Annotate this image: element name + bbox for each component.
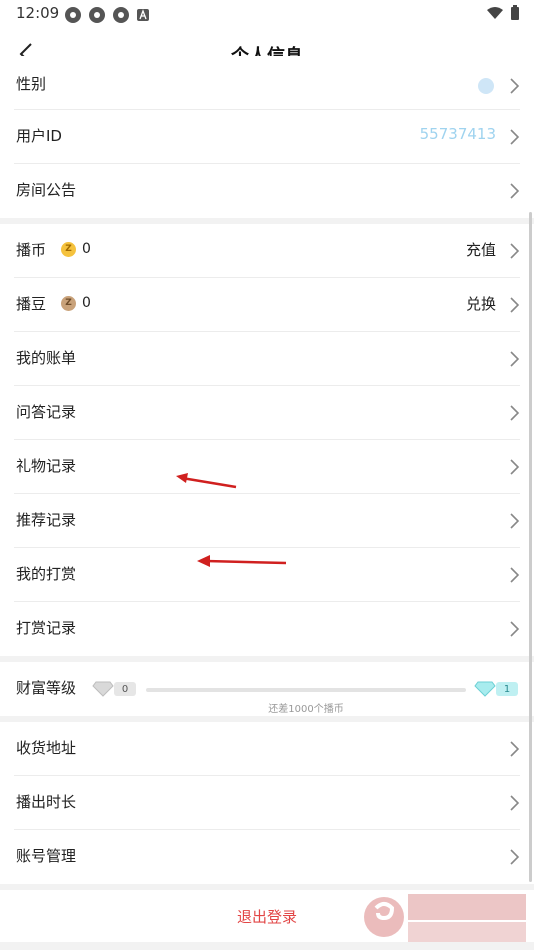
list-item-broadcast-duration[interactable]: 播出时长 xyxy=(0,776,534,830)
list-item-label: 打赏记录 xyxy=(16,619,77,637)
notification-icons xyxy=(64,6,150,24)
chevron-right-icon xyxy=(510,351,520,367)
bodou-label: 播豆 xyxy=(16,295,47,313)
list-item-bodou[interactable]: 播豆 Z 0 兑换 xyxy=(0,278,534,332)
list-item-bobi[interactable]: 播币 Z 0 充值 xyxy=(0,224,534,278)
chevron-right-icon xyxy=(510,183,520,199)
chevron-right-icon xyxy=(510,405,520,421)
current-level-badge: 0 xyxy=(114,682,136,696)
diamond-gray-icon xyxy=(92,681,114,697)
list-item-label: 账号管理 xyxy=(16,847,77,865)
a-badge-icon xyxy=(137,9,149,21)
status-bar: 12:09 xyxy=(0,0,534,28)
list-item-room-announcement[interactable]: 房间公告 xyxy=(0,164,534,218)
app-notification-icon xyxy=(113,7,129,23)
list-item-user-id[interactable]: 用户ID 55737413 xyxy=(0,110,534,164)
annotation-arrow-icon xyxy=(176,473,237,489)
bodou-coin-icon: Z xyxy=(61,295,76,311)
annotation-arrow-icon xyxy=(197,555,287,567)
wealth-hint-text: 还差1000个播币 xyxy=(268,704,344,715)
watermark-logo-icon xyxy=(364,894,526,942)
system-icons xyxy=(486,5,520,21)
list-item-tip-records[interactable]: 打赏记录 xyxy=(0,602,534,656)
bobi-coin-icon: Z xyxy=(61,241,76,257)
bobi-label: 播币 xyxy=(16,241,47,259)
list-item-my-bills[interactable]: 我的账单 xyxy=(0,332,534,386)
chevron-right-icon xyxy=(510,567,520,583)
user-id-value: 55737413 xyxy=(419,125,496,143)
chevron-right-icon xyxy=(510,621,520,637)
chevron-right-icon xyxy=(510,297,520,313)
chevron-right-icon xyxy=(510,459,520,475)
bodou-balance: Z 0 xyxy=(61,295,91,311)
list-item-gift-records[interactable]: 礼物记录 xyxy=(0,440,534,494)
wealth-progress-bar xyxy=(146,688,466,692)
chevron-right-icon xyxy=(510,741,520,757)
chevron-right-icon xyxy=(510,795,520,811)
list-item-label: 推荐记录 xyxy=(16,511,77,529)
bobi-value: 0 xyxy=(82,241,91,257)
list-item-account-management[interactable]: 账号管理 xyxy=(0,830,534,884)
bobi-balance: Z 0 xyxy=(61,241,91,257)
wealth-level-label: 财富等级 xyxy=(16,679,77,697)
status-time: 12:09 xyxy=(16,4,60,22)
list-item-qa-records[interactable]: 问答记录 xyxy=(0,386,534,440)
list-item-shipping-address[interactable]: 收货地址 xyxy=(0,722,534,776)
user-id-label: 用户ID xyxy=(16,127,62,145)
chevron-right-icon xyxy=(510,513,520,529)
recharge-link[interactable]: 充值 xyxy=(466,239,496,260)
chevron-right-icon xyxy=(510,243,520,259)
diamond-cyan-icon xyxy=(474,681,496,697)
list-item-label: 收货地址 xyxy=(16,739,77,757)
announcement-label: 房间公告 xyxy=(16,181,77,199)
list-item-label: 问答记录 xyxy=(16,403,77,421)
gender-label: 性别 xyxy=(16,75,47,93)
gender-icon xyxy=(478,78,494,94)
list-item-label: 播出时长 xyxy=(16,793,77,811)
bodou-value: 0 xyxy=(82,295,91,311)
list-item-label: 我的打赏 xyxy=(16,565,77,583)
chevron-right-icon xyxy=(510,78,520,94)
wifi-icon xyxy=(487,7,503,19)
list-item-label: 我的账单 xyxy=(16,349,77,367)
exchange-link[interactable]: 兑换 xyxy=(466,293,496,314)
battery-icon xyxy=(511,5,519,20)
next-level-badge: 1 xyxy=(496,682,518,696)
chevron-right-icon xyxy=(510,849,520,865)
logout-button[interactable]: 退出登录 xyxy=(237,906,297,927)
list-item-label: 礼物记录 xyxy=(16,457,77,475)
app-notification-icon xyxy=(65,7,81,23)
wealth-level-row[interactable]: 财富等级 0 还差1000个播币 1 xyxy=(0,662,534,716)
list-item-recommend-records[interactable]: 推荐记录 xyxy=(0,494,534,548)
chevron-right-icon xyxy=(510,129,520,145)
app-notification-icon xyxy=(89,7,105,23)
scrollbar[interactable] xyxy=(529,212,532,882)
